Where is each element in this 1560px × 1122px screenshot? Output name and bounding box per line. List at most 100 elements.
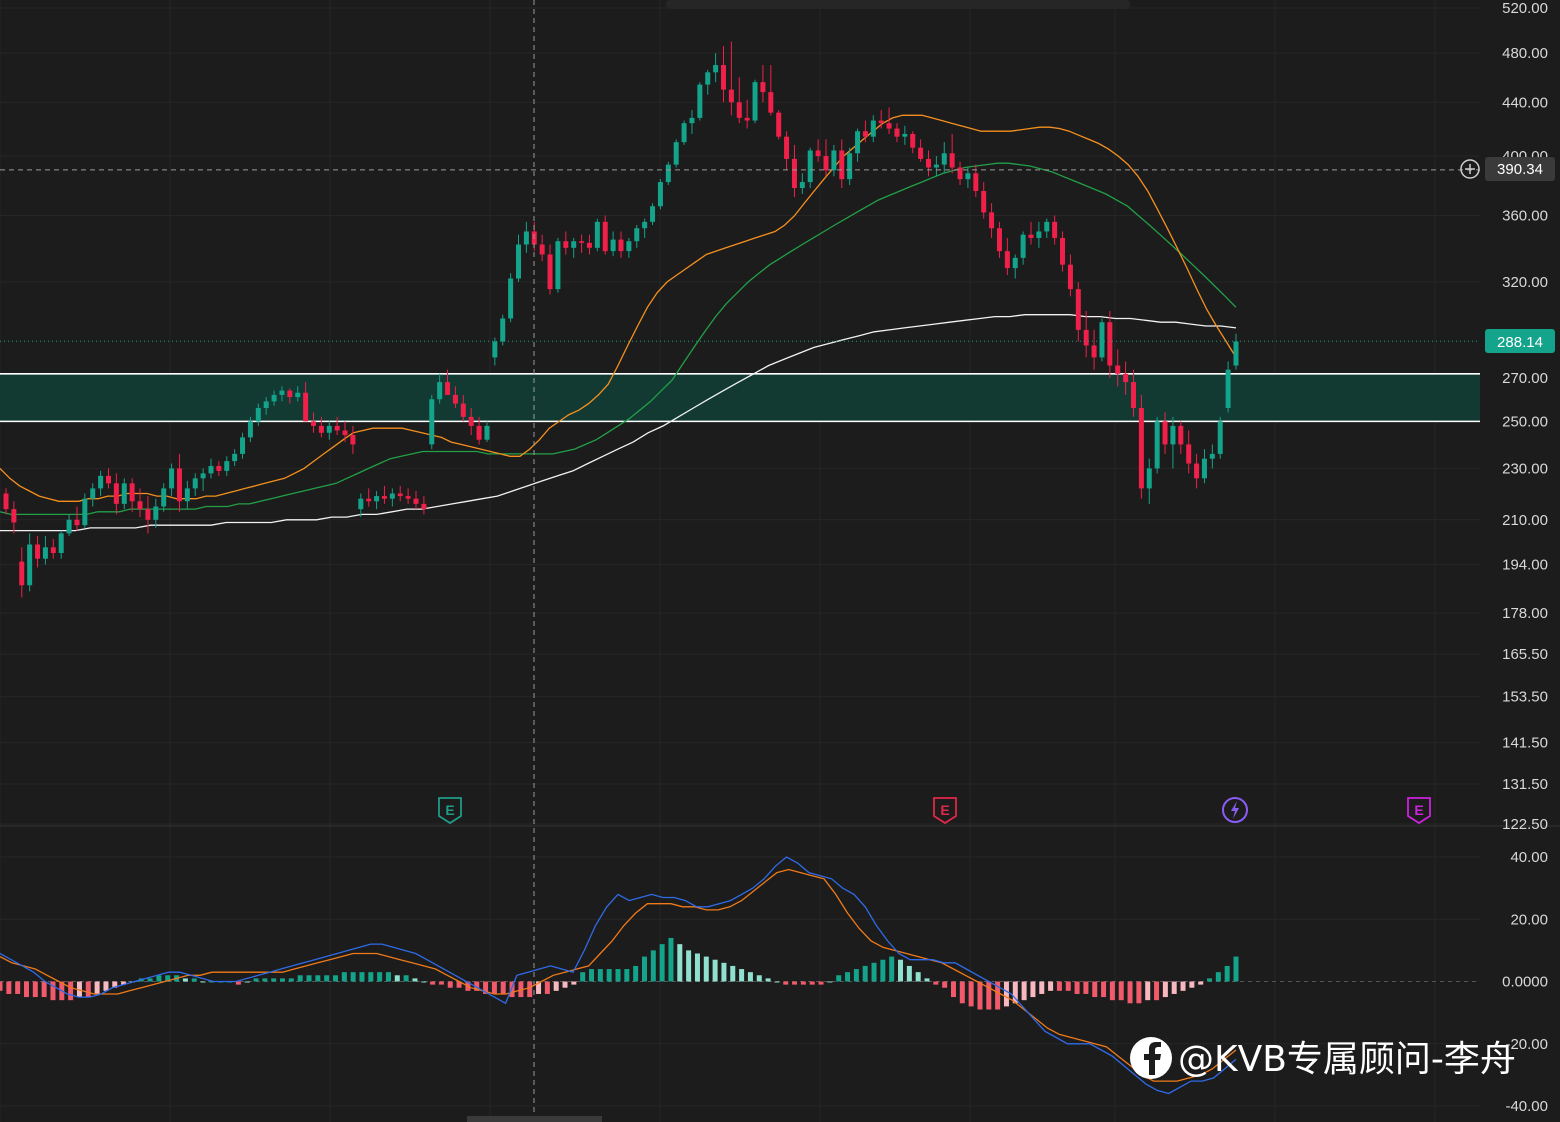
- macd-bar-68: [597, 969, 603, 982]
- candle-body-111: [878, 120, 884, 124]
- candle-body-130: [1028, 234, 1034, 238]
- candle-151: [1194, 453, 1200, 489]
- macd-bar-120: [1056, 981, 1062, 991]
- price-tick-16: 122.50: [1502, 816, 1548, 833]
- marker-0[interactable]: E: [438, 797, 462, 825]
- macd-bar-31: [271, 978, 277, 982]
- macd-bar-133: [1171, 981, 1177, 994]
- candle-78: [618, 231, 624, 258]
- candle-body-11: [90, 488, 96, 499]
- macd-bar-139: [1224, 965, 1230, 982]
- candle-61: [484, 421, 490, 443]
- candle-22: [176, 453, 182, 512]
- candle-body-68: [539, 244, 545, 255]
- grid: [0, 0, 1560, 1122]
- macd-bar-65: [571, 981, 577, 985]
- candle-body-93: [736, 102, 742, 118]
- candle-body-132: [1044, 221, 1050, 232]
- candle-body-65: [516, 244, 521, 279]
- candle-body-55: [437, 382, 443, 400]
- candle-body-66: [523, 231, 529, 245]
- candle-body-22: [176, 468, 182, 502]
- marker-3[interactable]: E: [1407, 797, 1431, 825]
- event-markers[interactable]: EEE: [438, 797, 1431, 825]
- candle-body-94: [744, 117, 750, 121]
- time-scrollbar-thumb[interactable]: [467, 1116, 602, 1122]
- macd-tick-0: 40.00: [1510, 849, 1548, 866]
- macd-bar-81: [712, 959, 718, 982]
- macd-bar-132: [1162, 981, 1168, 998]
- macd-bar-112: [986, 981, 992, 1010]
- candle-body-54: [429, 399, 435, 445]
- macd-bar-122: [1074, 981, 1080, 994]
- macd-bar-117: [1030, 981, 1036, 998]
- candle-body-75: [594, 221, 600, 248]
- candle-129: [1020, 231, 1026, 265]
- candle-74: [586, 234, 592, 255]
- macd-bar-76: [668, 937, 674, 982]
- macd-bar-57: [500, 981, 506, 994]
- marker-2[interactable]: [1222, 797, 1248, 823]
- candle-body-129: [1020, 234, 1026, 258]
- candle-body-3: [27, 544, 33, 586]
- candle-6: [50, 538, 56, 559]
- macd-bar-92: [809, 981, 815, 985]
- price-tick-13: 153.50: [1502, 689, 1548, 706]
- macd-bar-124: [1092, 981, 1098, 998]
- macd-bar-22: [191, 978, 197, 982]
- candle-body-7: [58, 533, 64, 553]
- candle-106: [839, 139, 845, 189]
- macd-tick-4: -40.00: [1505, 1098, 1548, 1115]
- crosshair: [0, 0, 1480, 1112]
- stock-chart[interactable]: 520.00 480.00 440.00 400.00 360.00 320.00 270.…: [0, 0, 1560, 1122]
- macd-bar-70: [615, 969, 621, 982]
- candle-7: [58, 530, 64, 559]
- macd-bar-74: [650, 950, 656, 982]
- macd-bar-138: [1215, 972, 1221, 982]
- candle-101: [799, 173, 805, 195]
- macd-bar-5: [41, 981, 47, 998]
- price-tick-5: 320.00: [1502, 274, 1548, 291]
- macd-bar-8: [68, 981, 74, 1001]
- candle-99: [784, 131, 790, 171]
- candle-body-147: [1162, 421, 1168, 445]
- candle-body-58: [460, 403, 466, 417]
- macd-tick-1: 20.00: [1510, 911, 1548, 928]
- candle-77: [610, 231, 616, 257]
- candle-body-134: [1060, 237, 1066, 265]
- macd-bar-126: [1109, 981, 1115, 1001]
- candle-body-0: [3, 493, 9, 510]
- marker-1[interactable]: E: [933, 797, 957, 825]
- candle-body-51: [405, 496, 411, 499]
- candle-body-32: [255, 407, 261, 422]
- price-axis[interactable]: 520.00480.00440.00400.00360.00320.00270.…: [1502, 0, 1548, 833]
- macd-bar-35: [306, 975, 312, 982]
- candle-body-17: [137, 501, 143, 510]
- candle-62: [492, 337, 498, 366]
- candle-body-122: [965, 173, 971, 180]
- macd-bar-37: [324, 975, 330, 982]
- candle-20: [161, 483, 167, 512]
- candle-26: [208, 458, 214, 479]
- macd-bar-87: [765, 978, 771, 982]
- candle-body-85: [673, 142, 679, 165]
- macd-bar-94: [827, 981, 833, 983]
- top-toolbar-edge[interactable]: [666, 0, 1130, 9]
- lightning-icon: [1231, 801, 1239, 819]
- macd-bar-123: [1083, 981, 1089, 994]
- candle-133: [1052, 215, 1058, 245]
- candle-body-135: [1067, 264, 1073, 290]
- candle-body-49: [389, 493, 395, 499]
- candle-135: [1067, 254, 1073, 297]
- candle-150: [1186, 430, 1192, 474]
- candle-body-64: [508, 278, 514, 319]
- chart-canvas[interactable]: 520.00480.00440.00400.00360.00320.00270.…: [0, 0, 1560, 1122]
- macd-bar-32: [280, 978, 286, 982]
- macd-bar-107: [942, 981, 948, 988]
- candle-64: [508, 273, 514, 323]
- price-tick-11: 178.00: [1502, 605, 1548, 622]
- candle-94: [744, 99, 750, 129]
- candle-body-131: [1036, 231, 1042, 238]
- candle-body-8: [66, 519, 72, 534]
- macd-bar-38: [332, 975, 338, 982]
